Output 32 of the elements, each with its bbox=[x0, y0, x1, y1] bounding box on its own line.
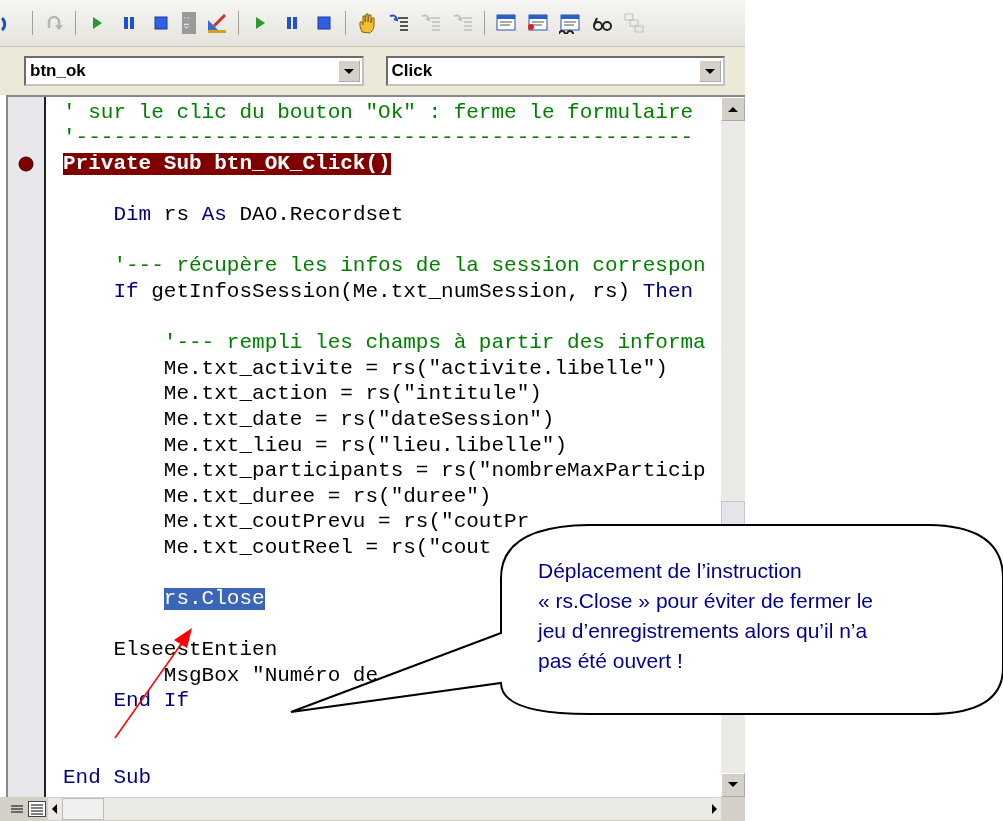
code-line: Me.txt_duree = rs("duree") bbox=[163, 485, 492, 508]
step-into-icon[interactable] bbox=[388, 12, 410, 34]
window-alert-icon[interactable] bbox=[527, 12, 549, 34]
horizontal-scrollbar[interactable] bbox=[48, 798, 721, 820]
code-line: Me.txt_date = rs("dateSession") bbox=[163, 408, 555, 431]
scroll-down-icon[interactable] bbox=[727, 781, 739, 789]
object-dropdown[interactable]: btn_ok bbox=[24, 56, 364, 86]
code-line: Me.txt_coutPrevu = rs("coutPr bbox=[163, 511, 530, 534]
code-line: Me.txt_coutReel = rs("cout bbox=[163, 536, 492, 559]
code-line: '--- récupère les infos de la session correspon bbox=[113, 255, 706, 278]
code-line: Me.txt_lieu = rs("lieu.libelle") bbox=[163, 434, 568, 457]
ruler-pencil-icon[interactable] bbox=[206, 12, 228, 34]
scroll-thumb[interactable] bbox=[62, 798, 104, 820]
code-line: Dim rs As DAO.Recordset bbox=[113, 204, 404, 227]
window-glasses-icon[interactable] bbox=[559, 12, 581, 34]
code-line: '--- rempli les champs à partir des informa bbox=[163, 332, 706, 355]
code-line: End Sub bbox=[63, 767, 152, 790]
code-line: Me.txt_action = rs("intitule") bbox=[163, 383, 542, 406]
full-module-view-icon[interactable] bbox=[28, 801, 46, 817]
code-line: If getInfosSession(Me.txt_numSession, rs) Then bbox=[113, 280, 694, 303]
breakpoint-icon[interactable] bbox=[18, 156, 34, 172]
window-icon[interactable] bbox=[495, 12, 517, 34]
hand-icon[interactable] bbox=[356, 12, 378, 34]
code-line: Me.txt_participants = rs("nombreMaxParticip bbox=[163, 460, 706, 483]
code-line: ' sur le clic du bouton "Ok" : ferme le formulaire bbox=[63, 101, 694, 124]
code-line: Me.txt_activite = rs("activite.libelle") bbox=[163, 357, 668, 380]
code-line: '------------------------------------------------- bbox=[63, 127, 694, 150]
callout-text: Déplacement de l’instruction « rs.Close » pour éviter de fermer le jeu d’enregistrements alors qu’il n’a pas été ouvert ! bbox=[538, 558, 873, 674]
procedure-dropdown[interactable]: Click bbox=[385, 56, 725, 86]
toolbar-grip-icon[interactable] bbox=[182, 12, 196, 34]
code-line: MsgBox "Numéro de bbox=[163, 664, 379, 687]
scroll-up-icon[interactable] bbox=[727, 105, 739, 113]
